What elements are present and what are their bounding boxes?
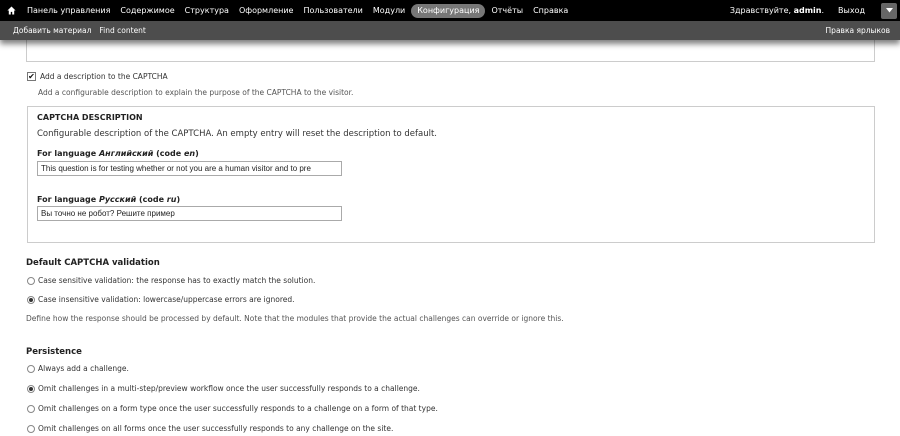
persistence-option-label[interactable]: Omit challenges on all forms once the us… bbox=[38, 424, 393, 433]
description-ru-input[interactable]: Вы точно не робот? Решите пример bbox=[37, 206, 342, 221]
validation-help: Define how the response should be proces… bbox=[26, 314, 564, 323]
language-ru-prefix: For language bbox=[37, 195, 99, 204]
captcha-description-legend: CAPTCHA DESCRIPTION bbox=[37, 113, 143, 122]
menu-item-reports[interactable]: Отчёты bbox=[486, 5, 528, 17]
shortcut-add-content[interactable]: Добавить материал bbox=[0, 26, 91, 35]
shortcut-find-content[interactable]: Find content bbox=[91, 26, 145, 35]
username-link[interactable]: admin bbox=[794, 6, 822, 15]
admin-toolbar: Панель управления Содержимое Структура О… bbox=[0, 0, 900, 21]
add-description-row: ✔ Add a description to the CAPTCHA bbox=[27, 72, 168, 81]
language-en-code: en bbox=[183, 149, 196, 158]
home-icon bbox=[6, 6, 16, 15]
persistence-title: Persistence bbox=[26, 347, 82, 357]
description-en-input[interactable]: This question is for testing whether or … bbox=[37, 161, 342, 176]
menu-item-configuration[interactable]: Конфигурация bbox=[411, 3, 486, 18]
persistence-option-always[interactable]: Always add a challenge. bbox=[27, 364, 129, 373]
add-description-checkbox[interactable]: ✔ bbox=[27, 72, 36, 81]
validation-option-label[interactable]: Case insensitive validation: lowercase/u… bbox=[38, 295, 295, 304]
radio-button[interactable] bbox=[27, 276, 35, 285]
menu-item-people[interactable]: Пользователи bbox=[298, 5, 367, 17]
toolbar-menu: Панель управления Содержимое Структура О… bbox=[22, 0, 573, 21]
add-description-help: Add a configurable description to explai… bbox=[38, 88, 354, 97]
persistence-option-label[interactable]: Omit challenges on a form type once the … bbox=[38, 404, 438, 413]
home-button[interactable] bbox=[0, 0, 22, 21]
language-ru-code-suffix: ) bbox=[176, 195, 181, 204]
radio-dot-icon bbox=[29, 386, 33, 391]
language-en-name: Английский bbox=[98, 149, 154, 158]
language-en-code-prefix: (code bbox=[153, 149, 184, 158]
menu-item-structure[interactable]: Структура bbox=[180, 5, 234, 17]
menu-item-modules[interactable]: Модули bbox=[368, 5, 410, 17]
shortcuts-toggle-button[interactable] bbox=[881, 2, 897, 19]
radio-dot-icon bbox=[29, 297, 33, 302]
language-ru-name: Русский bbox=[98, 195, 137, 204]
chevron-down-icon bbox=[885, 8, 893, 13]
edit-shortcuts-link[interactable]: Правка ярлыков bbox=[826, 26, 890, 35]
greeting-suffix: . bbox=[821, 6, 825, 15]
menu-item-content[interactable]: Содержимое bbox=[115, 5, 179, 17]
radio-button[interactable] bbox=[27, 404, 35, 413]
validation-option-label[interactable]: Case sensitive validation: the response … bbox=[38, 276, 315, 285]
logout-link[interactable]: Выход bbox=[838, 6, 881, 15]
checkmark-icon: ✔ bbox=[28, 71, 35, 81]
toolbar-user-area: Здравствуйте, admin. Выход bbox=[730, 0, 900, 21]
captcha-description-fieldset: CAPTCHA DESCRIPTION Configurable descrip… bbox=[27, 106, 875, 243]
greeting-prefix: Здравствуйте, bbox=[729, 6, 794, 15]
radio-button-selected[interactable] bbox=[27, 384, 35, 393]
menu-item-appearance[interactable]: Оформление bbox=[234, 5, 299, 17]
persistence-option-label[interactable]: Omit challenges in a multi-step/preview … bbox=[38, 384, 420, 393]
language-ru-label: For language Русский (code ru) bbox=[37, 195, 180, 204]
main-content: ✔ Add a description to the CAPTCHA Add a… bbox=[0, 34, 900, 436]
language-ru-code-prefix: (code bbox=[136, 195, 167, 204]
captcha-description-help: Configurable description of the CAPTCHA.… bbox=[37, 129, 438, 139]
radio-button[interactable] bbox=[27, 364, 35, 373]
shortcuts-bar: Добавить материал Find content Правка яр… bbox=[0, 21, 900, 40]
radio-button[interactable] bbox=[27, 424, 35, 433]
persistence-option-all-forms[interactable]: Omit challenges on all forms once the us… bbox=[27, 424, 393, 433]
menu-item-dashboard[interactable]: Панель управления bbox=[22, 5, 115, 17]
validation-title: Default CAPTCHA validation bbox=[26, 258, 160, 268]
add-description-label[interactable]: Add a description to the CAPTCHA bbox=[40, 72, 168, 81]
menu-item-help[interactable]: Справка bbox=[528, 5, 573, 17]
persistence-option-label[interactable]: Always add a challenge. bbox=[38, 364, 129, 373]
persistence-option-form-type[interactable]: Omit challenges on a form type once the … bbox=[27, 404, 438, 413]
validation-option-case-sensitive[interactable]: Case sensitive validation: the response … bbox=[27, 276, 315, 285]
greeting: Здравствуйте, admin. bbox=[730, 6, 838, 15]
language-en-code-suffix: ) bbox=[195, 149, 199, 158]
language-ru-code: ru bbox=[166, 195, 177, 204]
radio-button-selected[interactable] bbox=[27, 295, 35, 304]
language-en-label: For language Английский (code en) bbox=[37, 149, 199, 158]
validation-option-case-insensitive[interactable]: Case insensitive validation: lowercase/u… bbox=[27, 295, 295, 304]
language-en-prefix: For language bbox=[37, 149, 99, 158]
persistence-option-multistep[interactable]: Omit challenges in a multi-step/preview … bbox=[27, 384, 420, 393]
